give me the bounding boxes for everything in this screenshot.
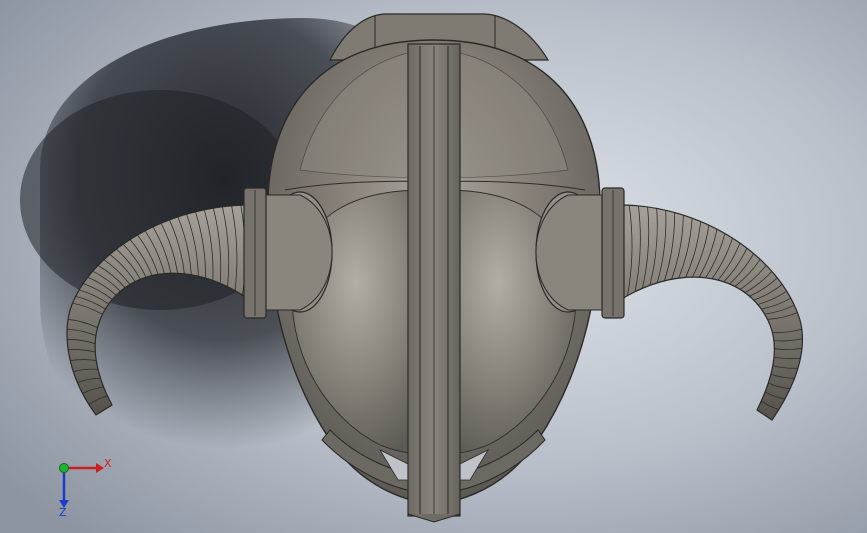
center-ridge[interactable] xyxy=(407,43,461,523)
z-axis-label: Z xyxy=(59,506,67,519)
left-horn-mount[interactable] xyxy=(243,187,333,319)
y-axis-dot xyxy=(59,463,69,473)
3d-viewport[interactable]: X Z xyxy=(0,0,867,533)
x-axis-label: X xyxy=(104,457,112,470)
right-horn-mount[interactable] xyxy=(535,187,625,319)
